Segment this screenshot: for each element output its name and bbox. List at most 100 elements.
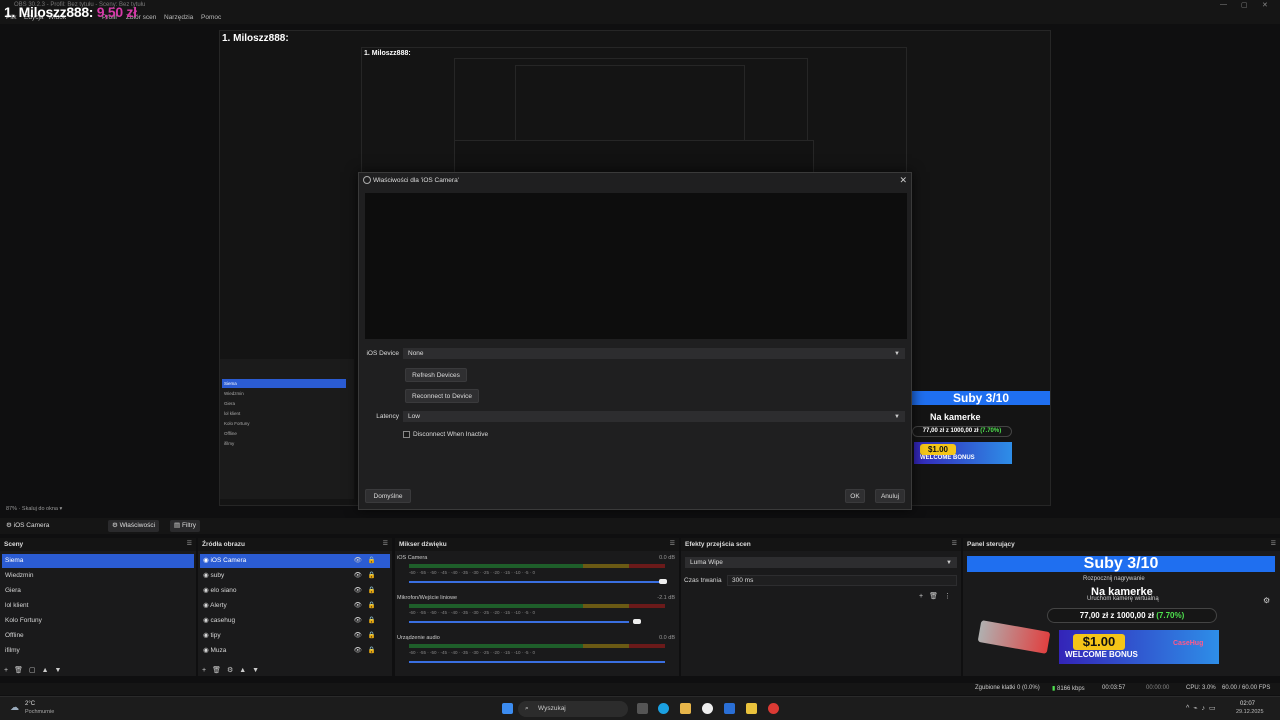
donor-amount: 9,50 zł — [96, 4, 137, 20]
clock-time[interactable]: 02:07 — [1240, 701, 1255, 707]
properties-dialog: Właściwości dla 'iOS Camera' ✕ iOS Devic… — [358, 172, 912, 510]
obs-logo-icon — [363, 176, 371, 184]
latency-select[interactable]: Low ▼ — [403, 411, 905, 422]
mail-icon[interactable] — [724, 703, 735, 714]
dialog-title: Właściwości dla 'iOS Camera' — [373, 177, 459, 184]
visibility-lock-icons: 👁🔒 — [353, 557, 382, 564]
taskbar: ☁ 2°C Pochmurnie ⌕ Wyszukaj ^⌁♪▭ 02:07 2… — [0, 696, 1280, 720]
mixer-header: Mikser dźwięku ☰ — [395, 538, 679, 551]
dialog-close-button[interactable]: ✕ — [899, 175, 907, 186]
gear-icon[interactable]: ⚙ — [1263, 596, 1270, 605]
scene-item[interactable]: Giera — [2, 584, 21, 598]
source-toolbar: ⚙ iOS Camera ⚙ Właściwości ▤ Filtry — [0, 518, 1280, 534]
chrome-icon[interactable] — [768, 703, 779, 714]
source-item[interactable]: ◉ Alerty 👁🔒 — [200, 599, 390, 613]
bonus-coin: $1.00 — [920, 444, 956, 455]
ios-device-label: iOS Device — [366, 350, 399, 357]
task-view-icon[interactable] — [637, 703, 648, 714]
source-preview — [365, 193, 907, 339]
close-button[interactable]: ✕ — [1262, 1, 1268, 9]
volume-knob[interactable] — [659, 579, 667, 584]
transitions-dock: Efekty przejścia scen ☰ Luma Wipe ▼ Czas t… — [681, 538, 961, 676]
source-item[interactable]: ◉ tipy 👁🔒 — [200, 629, 390, 643]
store-icon[interactable] — [746, 703, 757, 714]
weather-temp[interactable]: 2°C — [25, 701, 35, 707]
virtual-camera-button[interactable]: Uruchom kamerę wirtualną — [1087, 596, 1159, 602]
start-recording-button[interactable]: Rozpocznij nagrywanie — [1083, 576, 1145, 582]
latency-label: Latency — [376, 413, 399, 420]
scene-item[interactable]: lol klient — [2, 599, 28, 613]
scene-item[interactable]: Offline — [2, 629, 24, 643]
transition-select[interactable]: Luma Wipe ▼ — [685, 557, 957, 568]
cpu-usage: CPU: 3.0% — [1186, 685, 1216, 691]
source-item[interactable]: ◉ casehug 👁🔒 — [200, 614, 390, 628]
source-actions[interactable]: +🗑⚙▲▼ — [202, 666, 265, 674]
mixer-channel: Urządzenie audio 0.0 dB -60 · -55 · -50 ·… — [395, 635, 679, 675]
defaults-button[interactable]: Domyślne — [365, 489, 411, 503]
minimize-button[interactable]: — — [1220, 1, 1227, 8]
file-explorer-icon[interactable] — [680, 703, 691, 714]
chevron-down-icon: ▼ — [894, 351, 900, 357]
scene-item[interactable]: ifilmy — [2, 644, 20, 658]
scene-item[interactable]: Siema — [2, 554, 194, 568]
reconnect-button[interactable]: Reconnect to Device — [405, 389, 479, 403]
dock-menu-icon: ☰ — [186, 541, 192, 547]
pistol-graphic — [977, 620, 1051, 654]
refresh-devices-button[interactable]: Refresh Devices — [405, 368, 467, 382]
duration-input[interactable]: 300 ms — [727, 575, 957, 586]
ios-device-select[interactable]: None ▼ — [403, 348, 905, 359]
sources-dock: Źródła obrazu ☰ ◉ iOS Camera 👁🔒 ◉ suby 👁🔒 ◉… — [198, 538, 392, 676]
subs-goal-large: Suby 3/10 — [967, 556, 1275, 572]
source-item[interactable]: ◉ Muza 👁🔒 — [200, 644, 390, 658]
volume-slider[interactable] — [409, 581, 665, 583]
fps: 60.00 / 60.00 FPS — [1222, 685, 1271, 691]
cancel-button[interactable]: Anuluj — [875, 489, 905, 503]
dock-menu-icon: ☰ — [382, 541, 388, 547]
cloud-icon: ☁ — [10, 702, 19, 712]
menu-help[interactable]: Pomoc — [201, 14, 221, 21]
properties-button[interactable]: ⚙ Właściwości — [108, 520, 160, 532]
maximize-button[interactable]: ▢ — [1241, 1, 1248, 9]
chevron-down-icon: ▼ — [894, 414, 900, 420]
volume-slider[interactable] — [409, 621, 629, 623]
dock-menu-icon: ☰ — [1270, 541, 1276, 547]
donation-goal-large: 77,00 zł z 1000,00 zł (7.70%) — [1047, 608, 1217, 623]
nested-scenes-panel: Siema Wiedzmin Giera lol klient Kolo For… — [220, 359, 354, 499]
scene-actions[interactable]: +🗑▢▲▼ — [4, 666, 67, 674]
filters-button[interactable]: ▤ Filtry — [170, 520, 201, 532]
ok-button[interactable]: OK — [845, 489, 865, 503]
source-item[interactable]: ◉ iOS Camera 👁🔒 — [200, 554, 390, 568]
tray-icons[interactable]: ^⌁♪▭ — [1186, 704, 1220, 712]
source-item[interactable]: ◉ suby 👁🔒 — [200, 569, 390, 583]
scenes-dock: Sceny ☰ Siema Wiedzmin Giera lol klient K… — [0, 538, 196, 676]
title-bar: OBS 30.2.3 - Profil: Bez tytułu - Sceny:… — [0, 0, 1280, 12]
disconnect-label: Disconnect When Inactive — [413, 431, 489, 438]
disconnect-checkbox[interactable] — [403, 431, 410, 438]
subs-goal: Suby 3/10 — [912, 391, 1050, 405]
sources-header: Źródła obrazu ☰ — [198, 538, 392, 551]
nested-donor: 1. Miloszz888: — [222, 33, 289, 44]
transitions-header: Efekty przejścia scen ☰ — [681, 538, 961, 551]
edge-icon[interactable] — [658, 703, 669, 714]
bitrate: ▮ 8166 kbps — [1052, 686, 1085, 692]
dropped-frames: Zgubione klatki 0 (0.0%) — [975, 685, 1040, 691]
volume-slider[interactable] — [409, 661, 665, 663]
chevron-down-icon: ▼ — [946, 560, 952, 566]
zoom-control[interactable]: 87% · Skaluj do okna ▾ — [6, 506, 62, 512]
scene-item[interactable]: Kolo Fortuny — [2, 614, 42, 628]
scenes-header: Sceny ☰ — [0, 538, 196, 551]
dock-menu-icon: ☰ — [669, 541, 675, 547]
taskbar-search[interactable]: ⌕ Wyszukaj — [518, 701, 628, 717]
stream-time: 00:03:57 — [1102, 685, 1126, 691]
windows-start-icon[interactable] — [502, 703, 513, 714]
donor-overlay: 1. Miloszz888: 9,50 zł — [4, 4, 137, 20]
status-bar: Zgubione klatki 0 (0.0%) ▮ 8166 kbps 00:… — [0, 683, 1280, 695]
scene-item[interactable]: Wiedzmin — [2, 569, 34, 583]
weather-desc: Pochmurnie — [25, 709, 55, 715]
menu-tools[interactable]: Narzędzia — [164, 14, 193, 21]
source-item[interactable]: ◉ elo siano 👁🔒 — [200, 584, 390, 598]
transition-actions[interactable]: +🗑⋮ — [919, 592, 957, 600]
volume-knob[interactable] — [633, 619, 641, 624]
obs-icon[interactable] — [702, 703, 713, 714]
mixer-channel: iOS Camera 0.0 dB -60 · -55 · -50 · -45 ·… — [395, 555, 679, 595]
